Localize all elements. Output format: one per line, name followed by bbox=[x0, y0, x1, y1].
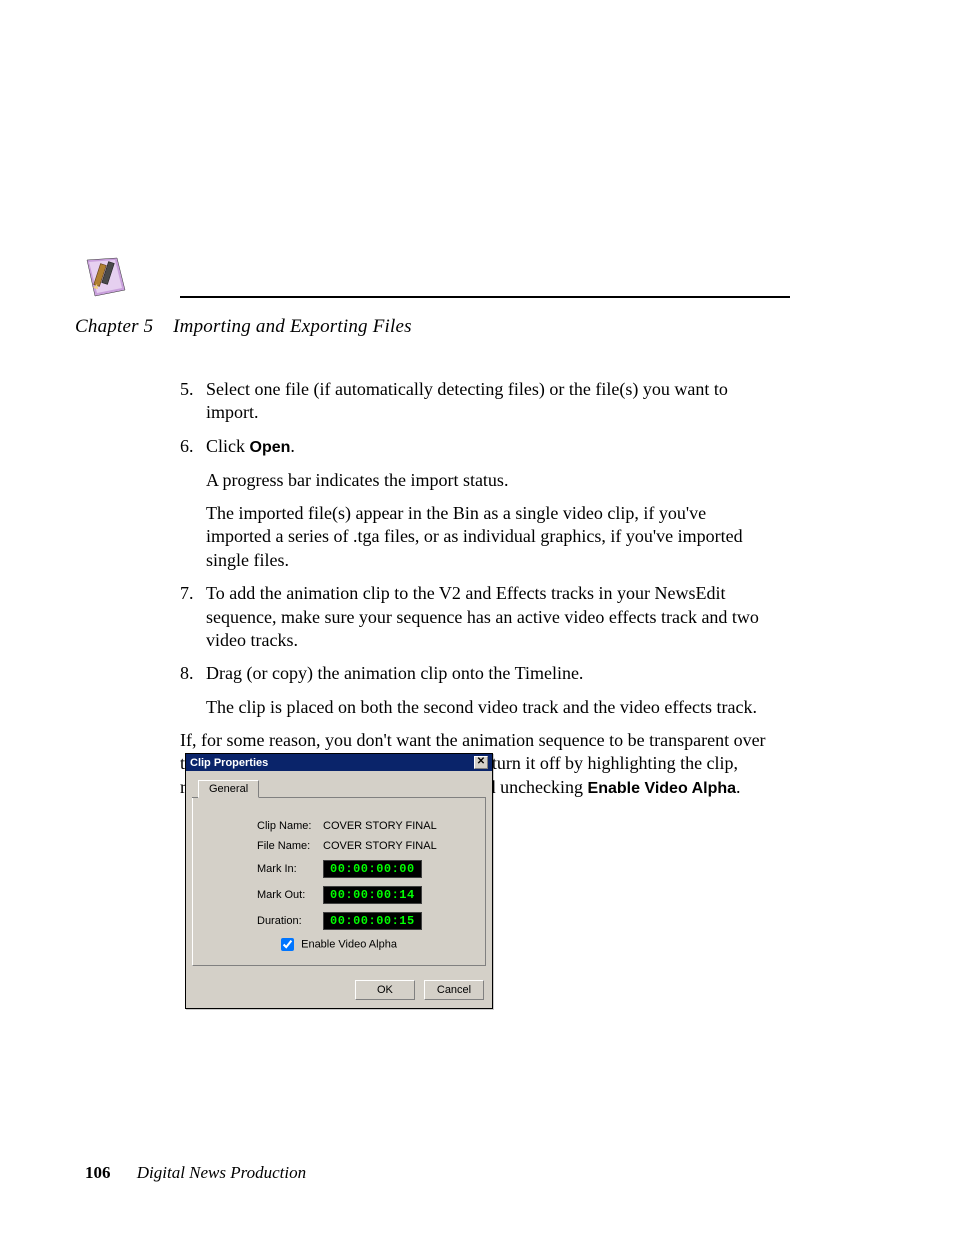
dialog-titlebar[interactable]: Clip Properties ✕ bbox=[186, 754, 492, 771]
enable-video-alpha-checkbox[interactable] bbox=[281, 938, 294, 951]
chapter-icon bbox=[85, 256, 127, 298]
cancel-button[interactable]: Cancel bbox=[424, 980, 484, 1000]
dialog-title-text: Clip Properties bbox=[190, 757, 268, 769]
duration-value[interactable]: 00:00:00:15 bbox=[323, 912, 422, 930]
footer-title: Digital News Production bbox=[137, 1163, 306, 1182]
field-file-name: File Name: COVER STORY FINAL bbox=[203, 840, 475, 852]
chapter-heading: Chapter 5 Importing and Exporting Files bbox=[75, 316, 412, 338]
step-text: To add the animation clip to the V2 and … bbox=[206, 582, 770, 652]
field-clip-name: Clip Name: COVER STORY FINAL bbox=[203, 820, 475, 832]
step-subtext: The imported file(s) appear in the Bin a… bbox=[206, 502, 770, 572]
step-subtext: A progress bar indicates the import stat… bbox=[206, 469, 770, 492]
chapter-title: Importing and Exporting Files bbox=[173, 316, 412, 337]
step-number: 5. bbox=[180, 378, 194, 401]
mark-out-label: Mark Out: bbox=[203, 889, 323, 901]
file-name-value: COVER STORY FINAL bbox=[323, 840, 437, 852]
tab-strip: General bbox=[192, 779, 486, 798]
step-text: Select one file (if automatically detect… bbox=[206, 378, 770, 425]
file-name-label: File Name: bbox=[203, 840, 323, 852]
chapter-label: Chapter 5 bbox=[75, 316, 153, 337]
step-number: 6. bbox=[180, 435, 194, 458]
field-mark-in: Mark In: 00:00:00:00 bbox=[203, 860, 475, 878]
ok-button[interactable]: OK bbox=[355, 980, 415, 1000]
step-number: 7. bbox=[180, 582, 194, 605]
page-footer: 106 Digital News Production bbox=[85, 1163, 306, 1183]
step-text: Drag (or copy) the animation clip onto t… bbox=[206, 662, 770, 685]
field-duration: Duration: 00:00:00:15 bbox=[203, 912, 475, 930]
mark-out-value[interactable]: 00:00:00:14 bbox=[323, 886, 422, 904]
step-7: 7. To add the animation clip to the V2 a… bbox=[180, 582, 770, 652]
tab-panel-general: Clip Name: COVER STORY FINAL File Name: … bbox=[192, 798, 486, 966]
duration-label: Duration: bbox=[203, 915, 323, 927]
mark-in-value[interactable]: 00:00:00:00 bbox=[323, 860, 422, 878]
page-number: 106 bbox=[85, 1163, 111, 1182]
enable-video-alpha-text: Enable Video Alpha bbox=[301, 938, 397, 950]
clip-name-value: COVER STORY FINAL bbox=[323, 820, 437, 832]
mark-in-label: Mark In: bbox=[203, 863, 323, 875]
tab-general[interactable]: General bbox=[198, 780, 259, 798]
open-label: Open bbox=[250, 439, 291, 456]
header-divider bbox=[180, 296, 790, 298]
step-5: 5. Select one file (if automatically det… bbox=[180, 378, 770, 425]
step-text: Click Open. bbox=[206, 435, 770, 459]
close-icon[interactable]: ✕ bbox=[474, 756, 488, 769]
step-subtext: The clip is placed on both the second vi… bbox=[206, 696, 770, 719]
step-number: 8. bbox=[180, 662, 194, 685]
enable-video-alpha-label: Enable Video Alpha bbox=[588, 780, 736, 797]
clip-name-label: Clip Name: bbox=[203, 820, 323, 832]
clip-properties-dialog: Clip Properties ✕ General Clip Name: COV… bbox=[185, 753, 493, 1009]
step-8: 8. Drag (or copy) the animation clip ont… bbox=[180, 662, 770, 719]
step-6: 6. Click Open. A progress bar indicates … bbox=[180, 435, 770, 572]
enable-video-alpha-row: Enable Video Alpha bbox=[203, 938, 475, 951]
field-mark-out: Mark Out: 00:00:00:14 bbox=[203, 886, 475, 904]
